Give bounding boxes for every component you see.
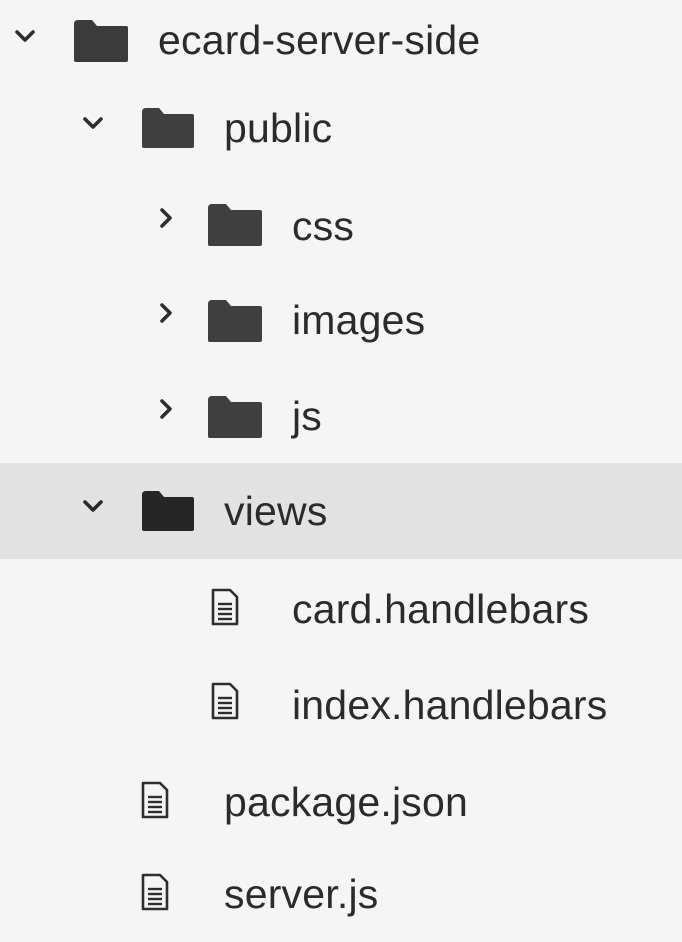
folder-icon bbox=[140, 106, 196, 150]
tree-item-label: js bbox=[292, 393, 323, 439]
tree-item-public[interactable]: public bbox=[0, 82, 682, 178]
chevron-down-icon[interactable] bbox=[12, 23, 38, 49]
file-icon bbox=[140, 780, 170, 820]
tree-item-label: index.handlebars bbox=[292, 682, 608, 728]
chevron-down-icon[interactable] bbox=[80, 493, 106, 519]
chevron-down-icon[interactable] bbox=[80, 110, 106, 136]
folder-icon bbox=[206, 202, 264, 248]
file-icon bbox=[140, 872, 170, 912]
folder-icon bbox=[206, 394, 264, 440]
tree-item-label: css bbox=[292, 203, 355, 249]
file-tree: ecard-server-side public css images js v… bbox=[0, 0, 682, 922]
folder-icon bbox=[72, 18, 130, 64]
tree-item-label: views bbox=[224, 488, 328, 534]
tree-item-label: public bbox=[224, 105, 333, 151]
tree-item-label: card.handlebars bbox=[292, 586, 590, 632]
folder-icon bbox=[206, 298, 264, 344]
tree-item-css[interactable]: css bbox=[0, 176, 682, 272]
chevron-right-icon[interactable] bbox=[153, 205, 179, 231]
tree-item-card-handlebars[interactable]: card.handlebars bbox=[0, 559, 682, 655]
tree-item-images[interactable]: images bbox=[0, 272, 682, 368]
tree-item-label: images bbox=[292, 297, 426, 343]
tree-item-server-js[interactable]: server.js bbox=[0, 846, 682, 942]
tree-item-label: server.js bbox=[224, 871, 379, 917]
tree-item-ecard-server-side[interactable]: ecard-server-side bbox=[0, 0, 682, 84]
file-icon bbox=[210, 681, 240, 721]
file-icon bbox=[210, 587, 240, 627]
folder-icon bbox=[140, 489, 196, 533]
tree-item-label: ecard-server-side bbox=[158, 17, 481, 63]
tree-item-package-json[interactable]: package.json bbox=[0, 752, 682, 848]
tree-item-index-handlebars[interactable]: index.handlebars bbox=[0, 655, 682, 751]
tree-item-label: package.json bbox=[224, 779, 469, 825]
tree-item-js[interactable]: js bbox=[0, 368, 682, 464]
chevron-right-icon[interactable] bbox=[153, 300, 179, 326]
tree-item-views[interactable]: views bbox=[0, 463, 682, 559]
chevron-right-icon[interactable] bbox=[153, 396, 179, 422]
